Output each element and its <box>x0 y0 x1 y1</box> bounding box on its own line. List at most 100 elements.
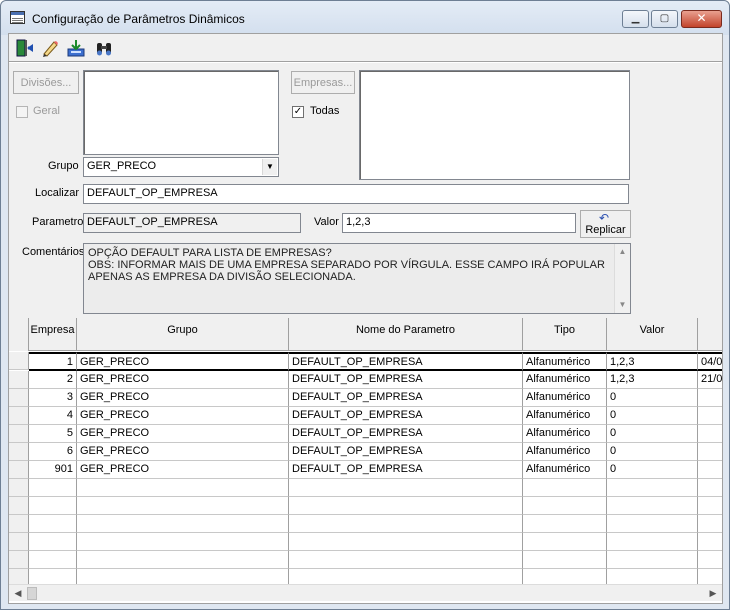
cell-empresa[interactable]: 6 <box>29 443 77 461</box>
cell-data[interactable] <box>698 479 722 497</box>
scroll-right-icon[interactable]: ▶ <box>705 587 721 600</box>
cell-tipo[interactable]: Alfanumérico <box>523 407 607 425</box>
cell-nome-parametro[interactable] <box>289 533 523 551</box>
cell-valor[interactable] <box>607 497 698 515</box>
cell-data[interactable] <box>698 425 722 443</box>
cell-valor[interactable]: 0 <box>607 407 698 425</box>
cell-grupo[interactable]: GER_PRECO <box>77 389 289 407</box>
cell-grupo[interactable] <box>77 515 289 533</box>
col-valor[interactable]: Valor <box>607 318 698 351</box>
valor-input[interactable]: 1,2,3 <box>342 213 576 233</box>
empresas-button[interactable]: Empresas... <box>291 71 355 94</box>
cell-valor[interactable]: 0 <box>607 425 698 443</box>
row-indicator[interactable] <box>9 352 29 370</box>
col-data[interactable] <box>698 318 722 351</box>
scroll-left-icon[interactable]: ◀ <box>10 587 26 600</box>
cell-data[interactable] <box>698 389 722 407</box>
cell-empresa[interactable] <box>29 533 77 551</box>
cell-grupo[interactable]: GER_PRECO <box>77 461 289 479</box>
cell-tipo[interactable] <box>523 497 607 515</box>
cell-data[interactable] <box>698 443 722 461</box>
cell-tipo[interactable]: Alfanumérico <box>523 371 607 389</box>
cell-nome-parametro[interactable]: DEFAULT_OP_EMPRESA <box>289 407 523 425</box>
cell-nome-parametro[interactable]: DEFAULT_OP_EMPRESA <box>289 389 523 407</box>
cell-valor[interactable]: 0 <box>607 461 698 479</box>
title-bar[interactable]: Configuração de Parâmetros Dinâmicos ▁ ▢… <box>1 1 729 35</box>
cell-tipo[interactable]: Alfanumérico <box>523 461 607 479</box>
scroll-thumb[interactable] <box>27 587 37 600</box>
row-indicator[interactable] <box>9 515 29 533</box>
cell-empresa[interactable]: 1 <box>29 352 77 371</box>
cell-grupo[interactable] <box>77 479 289 497</box>
empresas-listbox[interactable] <box>359 70 630 180</box>
cell-empresa[interactable] <box>29 515 77 533</box>
divisoes-button[interactable]: Divisões... <box>13 71 79 94</box>
comentarios-memo[interactable]: OPÇÃO DEFAULT PARA LISTA DE EMPRESAS? OB… <box>83 243 631 314</box>
col-grupo[interactable]: Grupo <box>77 318 289 351</box>
cell-grupo[interactable] <box>77 497 289 515</box>
cell-grupo[interactable]: GER_PRECO <box>77 443 289 461</box>
cell-grupo[interactable]: GER_PRECO <box>77 352 289 371</box>
cell-empresa[interactable]: 2 <box>29 371 77 389</box>
scroll-down-icon[interactable]: ▼ <box>615 299 630 311</box>
row-indicator[interactable] <box>9 533 29 551</box>
row-indicator[interactable] <box>9 407 29 425</box>
horizontal-scrollbar[interactable]: ◀ ▶ <box>9 584 722 601</box>
close-button[interactable]: ✕ <box>681 10 722 28</box>
cell-tipo[interactable]: Alfanumérico <box>523 389 607 407</box>
cell-valor[interactable] <box>607 551 698 569</box>
cell-valor[interactable] <box>607 479 698 497</box>
cell-empresa[interactable] <box>29 479 77 497</box>
cell-data[interactable] <box>698 551 722 569</box>
cell-grupo[interactable]: GER_PRECO <box>77 371 289 389</box>
maximize-button[interactable]: ▢ <box>651 10 678 28</box>
cell-nome-parametro[interactable]: DEFAULT_OP_EMPRESA <box>289 461 523 479</box>
cell-grupo[interactable] <box>77 551 289 569</box>
cell-tipo[interactable] <box>523 533 607 551</box>
cell-data[interactable]: 04/0 <box>698 352 722 371</box>
memo-scrollbar[interactable]: ▲ ▼ <box>614 244 630 313</box>
row-indicator[interactable] <box>9 497 29 515</box>
cell-tipo[interactable]: Alfanumérico <box>523 425 607 443</box>
minimize-button[interactable]: ▁ <box>622 10 649 28</box>
row-indicator[interactable] <box>9 389 29 407</box>
cell-data[interactable] <box>698 533 722 551</box>
cell-data[interactable] <box>698 515 722 533</box>
cell-valor[interactable]: 1,2,3 <box>607 371 698 389</box>
cell-valor[interactable]: 0 <box>607 389 698 407</box>
cell-valor[interactable] <box>607 515 698 533</box>
scroll-up-icon[interactable]: ▲ <box>615 246 630 258</box>
cell-nome-parametro[interactable] <box>289 551 523 569</box>
cell-empresa[interactable]: 3 <box>29 389 77 407</box>
cell-nome-parametro[interactable]: DEFAULT_OP_EMPRESA <box>289 371 523 389</box>
cell-valor[interactable]: 1,2,3 <box>607 352 698 371</box>
row-indicator[interactable] <box>9 479 29 497</box>
cell-tipo[interactable] <box>523 515 607 533</box>
cell-empresa[interactable] <box>29 497 77 515</box>
cell-valor[interactable]: 0 <box>607 443 698 461</box>
row-indicator[interactable] <box>9 443 29 461</box>
cell-empresa[interactable]: 901 <box>29 461 77 479</box>
grupo-combobox[interactable]: GER_PRECO ▼ <box>83 157 279 177</box>
cell-empresa[interactable]: 5 <box>29 425 77 443</box>
import-icon[interactable] <box>64 37 88 59</box>
edit-icon[interactable] <box>38 37 62 59</box>
divisoes-listbox[interactable] <box>83 70 279 155</box>
cell-grupo[interactable]: GER_PRECO <box>77 425 289 443</box>
row-indicator[interactable] <box>9 371 29 389</box>
cell-data[interactable] <box>698 461 722 479</box>
cell-grupo[interactable]: GER_PRECO <box>77 407 289 425</box>
cell-tipo[interactable]: Alfanumérico <box>523 352 607 371</box>
cell-nome-parametro[interactable] <box>289 479 523 497</box>
exit-icon[interactable] <box>12 37 36 59</box>
cell-data[interactable] <box>698 407 722 425</box>
todas-checkbox[interactable]: ✓ <box>292 106 304 118</box>
row-indicator[interactable] <box>9 551 29 569</box>
cell-grupo[interactable] <box>77 533 289 551</box>
row-indicator[interactable] <box>9 425 29 443</box>
chevron-down-icon[interactable]: ▼ <box>262 159 277 175</box>
col-tipo[interactable]: Tipo <box>523 318 607 351</box>
cell-empresa[interactable] <box>29 551 77 569</box>
cell-tipo[interactable] <box>523 551 607 569</box>
geral-checkbox[interactable] <box>16 106 28 118</box>
